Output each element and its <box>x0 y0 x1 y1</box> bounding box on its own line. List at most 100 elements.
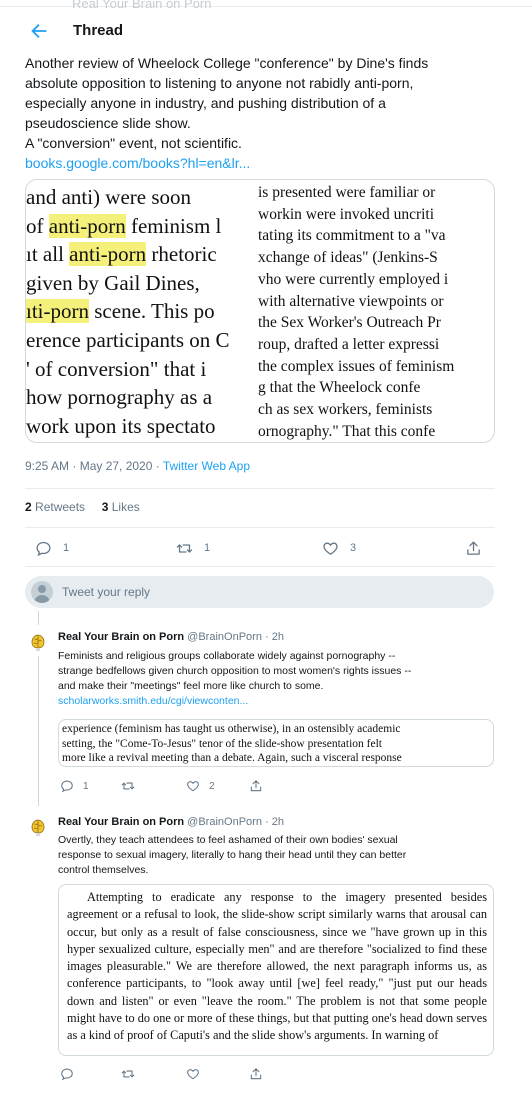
scan-line: tating its commitment to a "va <box>258 227 446 245</box>
author-name[interactable]: Real Your Brain on Porn <box>58 816 184 828</box>
retweet-button[interactable] <box>121 778 144 794</box>
share-icon <box>250 780 262 792</box>
main-tweet-image[interactable]: and anti) were soon of anti-porn feminis… <box>25 179 495 443</box>
reply-icon <box>61 780 73 793</box>
scan-line: ıt all anti-porn rhetoric <box>26 242 217 267</box>
like-button[interactable]: 2 <box>186 778 215 794</box>
reply-header: Real Your Brain on Porn @BrainOnPorn · 2… <box>58 631 284 643</box>
reply-button[interactable] <box>60 1066 83 1082</box>
reply-text: Overtly, they teach attendees to feel as… <box>58 833 490 878</box>
timestamp-text[interactable]: 9:25 AM · May 27, 2020 · <box>25 459 163 473</box>
thread-line <box>38 656 39 806</box>
scan-line: erence participants on C <box>26 327 230 352</box>
reply-button[interactable]: 1 <box>35 538 69 558</box>
retweet-icon <box>121 782 135 790</box>
image-paragraph: Attempting to eradicate any response to … <box>67 890 487 1043</box>
reply-icon <box>36 541 51 556</box>
scan-line: work upon its spectato <box>26 413 216 438</box>
scan-line: ch as sex workers, feminists <box>258 401 433 419</box>
scan-line: how pornography as a <box>26 385 213 410</box>
like-count: 3 <box>350 542 357 554</box>
scan-line: roup, drafted a letter expressi <box>258 335 440 353</box>
reply-text: Feminists and religious groups collabora… <box>58 649 490 709</box>
reply-line: Feminists and religious groups collabora… <box>58 650 396 662</box>
share-icon <box>467 540 480 555</box>
scan-line: g that the Wheelock confe <box>258 379 421 397</box>
scan-line: xchange of ideas" (Jenkins-S <box>258 249 438 267</box>
retweet-icon <box>176 543 193 553</box>
scan-line: the complex issues of feminism <box>258 357 455 375</box>
user-avatar <box>31 581 53 603</box>
reply-header: Real Your Brain on Porn @BrainOnPorn · 2… <box>58 816 284 828</box>
retweet-button[interactable]: 1 <box>176 538 210 558</box>
reply-count: 1 <box>63 542 70 554</box>
divider <box>25 488 495 489</box>
author-handle: @BrainOnPorn · 2h <box>184 631 284 643</box>
tweet-timestamp: 9:25 AM · May 27, 2020 · Twitter Web App <box>25 459 250 473</box>
scan-line: given by Gail Dines, <box>26 270 200 295</box>
scan-line: of anti-porn feminism l <box>26 213 222 238</box>
image-line: setting, the "Come-To-Jesus" tenor of th… <box>62 737 382 750</box>
tweet-stats: 2 Retweets 3 Likes <box>25 500 140 514</box>
main-tweet-line: especially anyone in industry, and pushi… <box>25 95 386 111</box>
like-button[interactable] <box>186 1066 209 1082</box>
reply-line: strange bedfellows given church oppositi… <box>58 665 412 677</box>
source-link[interactable]: Twitter Web App <box>163 459 250 473</box>
share-button[interactable] <box>249 778 272 794</box>
main-tweet-line: pseudoscience slide show. <box>25 115 191 131</box>
scan-line: ıti-porn scene. This po <box>26 299 215 324</box>
scan-left-column: and anti) were soon of anti-porn feminis… <box>26 180 258 442</box>
reply-line: Overtly, they teach attendees to feel as… <box>58 834 398 846</box>
scan-line: with alternative viewpoints or <box>258 292 444 310</box>
retweets-stat[interactable]: 2 Retweets <box>25 500 85 514</box>
scan-line: the Sex Worker's Outreach Pr <box>258 314 441 332</box>
reply-icon <box>61 1068 73 1081</box>
scan-line: ornography." That this confe <box>258 422 436 440</box>
likes-stat[interactable]: 3 Likes <box>102 500 140 514</box>
reply-input-placeholder[interactable]: Tweet your reply <box>62 585 150 599</box>
main-tweet-link[interactable]: books.google.com/books?hl=en&lr... <box>25 153 505 173</box>
heart-icon <box>187 1069 199 1080</box>
reply-image[interactable]: experience (feminism has taught us other… <box>58 719 494 767</box>
like-button[interactable]: 3 <box>322 538 356 558</box>
reply-count: 1 <box>83 780 89 792</box>
share-button[interactable] <box>249 1066 272 1082</box>
brain-avatar-icon[interactable] <box>27 630 49 652</box>
scan-line: and anti) were soon <box>26 185 192 209</box>
like-count: 2 <box>209 780 215 792</box>
reply-image[interactable]: Attempting to eradicate any response to … <box>58 884 494 1056</box>
faded-header-title: Real Your Brain on Porn <box>72 0 212 11</box>
share-icon <box>250 1068 262 1080</box>
reply-line: response to sexual imagery, literally to… <box>58 849 407 861</box>
reply-link[interactable]: scholarworks.smith.edu/cgi/viewconten... <box>58 694 490 709</box>
reply-line: control themselves. <box>58 864 149 876</box>
retweet-icon <box>121 1070 135 1078</box>
thread-line <box>38 611 39 625</box>
heart-icon <box>323 542 338 555</box>
main-tweet-text: Another review of Wheelock College "conf… <box>25 53 505 173</box>
main-tweet-line: A "conversion" event, not scientific. <box>25 135 242 151</box>
scan-line: is presented were familiar or <box>258 184 436 201</box>
reply-button[interactable]: 1 <box>60 778 89 794</box>
reply-line: and make their "meetings" feel more like… <box>58 680 324 692</box>
retweet-button[interactable] <box>121 1066 144 1082</box>
author-name[interactable]: Real Your Brain on Porn <box>58 631 184 643</box>
scan-line: workin were invoked uncriti <box>258 205 435 223</box>
divider <box>25 566 495 567</box>
main-tweet-line: Another review of Wheelock College "conf… <box>25 55 429 71</box>
back-arrow-icon[interactable] <box>28 20 50 42</box>
author-handle: @BrainOnPorn · 2h <box>184 816 284 828</box>
main-tweet-line: absolute opposition to listening to anyo… <box>25 75 414 91</box>
brain-avatar-icon[interactable] <box>27 815 49 837</box>
image-line: more like a revival meeting than a debat… <box>62 752 402 765</box>
divider <box>25 527 495 528</box>
retweet-count: 1 <box>204 542 211 554</box>
scan-line: vho were currently employed i <box>258 270 449 288</box>
scan-right-column: is presented were familiar or workin wer… <box>258 180 494 442</box>
share-button[interactable] <box>465 538 493 558</box>
scan-line: ' of conversion" that i <box>26 356 207 381</box>
page-title: Thread <box>73 22 124 39</box>
image-line: experience (feminism has taught us other… <box>62 723 401 735</box>
heart-icon <box>187 781 199 792</box>
reply-composer[interactable]: Tweet your reply <box>25 576 494 608</box>
